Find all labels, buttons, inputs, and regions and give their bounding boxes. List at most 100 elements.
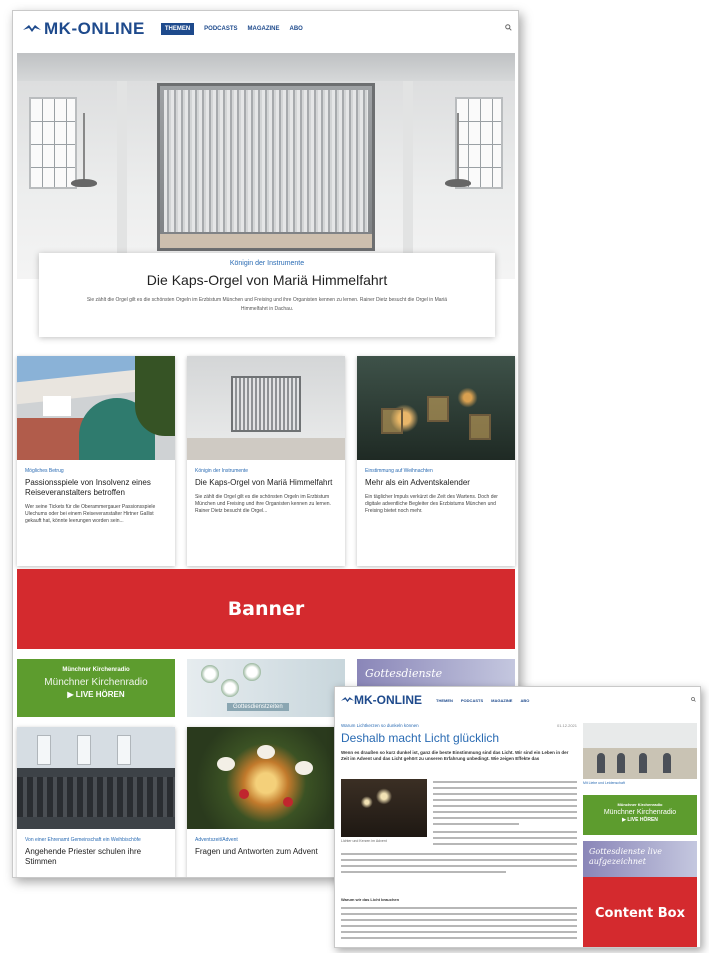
nav-item-podcasts[interactable]: PODCASTS [204,26,237,32]
teaser-title[interactable]: Angehende Priester schulen ihre Stimmen [25,847,167,867]
hero-pillar [403,81,413,279]
image-tree [135,356,175,436]
teaser-kicker: Mögliches Betrug [25,468,64,474]
image-window [117,735,131,765]
teaser-title[interactable]: Passionsspiele von Insolvenz eines Reise… [25,478,167,498]
radio-live-promo[interactable]: Münchner Kirchenradio Münchner Kirchenra… [583,795,697,835]
site-logo[interactable]: MK-ONLINE [23,19,145,39]
hero-ceiling [17,53,515,81]
text-line [433,811,577,813]
image-candle [217,757,235,771]
nav-item-podcasts[interactable]: PODCASTS [461,698,483,703]
teaser-card[interactable]: Einstimmung auf Weihnachten Mehr als ein… [357,356,515,566]
teaser-text: Ein täglicher Impuls verkürzt die Zeit d… [365,494,498,514]
sidebar-photo-caption[interactable]: Mit Liebe und Leidenschaft [583,781,697,785]
hero-lamp [71,113,97,187]
teaser-image-organ [187,356,345,460]
image-window [37,735,51,765]
text-line [341,925,577,927]
top-navigation: MK-ONLINE THEMEN PODCASTS MAGAZINE ABO [13,11,518,47]
teaser-text: Wer seine Tickets für die Oberammergauer… [25,504,156,524]
services-promo[interactable]: Gottesdienste live aufgezeichnet [583,841,697,879]
logo-text: MK-ONLINE [354,693,422,707]
script-title: Gottesdienste live aufgezeichnet [589,847,663,866]
teaser-card[interactable]: Königin der Instrumente Die Kaps-Orgel v… [187,356,345,566]
text-line [433,837,577,839]
article-sidebar: Mit Liebe und Leidenschaft Münchner Kirc… [583,723,697,879]
banner-ad-slot[interactable]: Banner [17,569,515,649]
live-listen-text: LIVE HÖREN [75,690,125,699]
sidebar-photo-group[interactable] [583,723,697,779]
teaser-title[interactable]: Fragen und Antworten zum Advent [195,847,337,857]
image-lantern [469,414,491,440]
hero-image-organ[interactable] [17,53,515,279]
article-body: Warum Lichtkerzen so dunkeln können 01.1… [341,723,577,939]
flower-graphic [243,663,261,681]
nav-item-abo[interactable]: ABO [290,26,303,32]
hero-description: Sie zählt die Orgel gilt es die schönste… [86,297,448,312]
text-line [433,799,577,801]
radio-small-label: Münchner Kirchenradio [62,667,130,673]
text-line [433,831,577,833]
nav-item-abo[interactable]: ABO [520,698,529,703]
teaser-card[interactable]: Adventszeit/Advent Fragen und Antworten … [187,727,345,877]
article-text-block [341,907,577,943]
text-line [341,853,577,855]
image-candle [295,761,313,775]
nav-item-themen[interactable]: THEMEN [160,23,195,35]
image-candle [257,745,275,759]
teaser-card[interactable]: Von einer Ehrenamt Gemeinschaft ein Weih… [17,727,175,877]
article-page-screenshot: MK-ONLINE THEMEN PODCASTS MAGAZINE ABO W… [334,686,701,948]
banner-label: Banner [227,598,305,620]
radio-big-label: Münchner Kirchenradio [603,809,677,816]
organ-base [160,234,372,248]
image-window [77,735,91,765]
image-person [597,753,605,773]
article-image-candles[interactable] [341,779,427,837]
text-line [433,793,577,795]
live-listen-text: LIVE HÖREN [627,817,658,823]
teaser-kicker: Einstimmung auf Weihnachten [365,468,433,474]
text-line [433,805,577,807]
teaser-image-theater [17,356,175,460]
nav-item-themen[interactable]: THEMEN [436,698,453,703]
teaser-title[interactable]: Mehr als ein Adventskalender [365,478,507,488]
teaser-title[interactable]: Die Kaps-Orgel von Mariä Himmelfahrt [195,478,337,488]
teaser-row: Mögliches Betrug Passionsspiele von Inso… [17,356,515,566]
radio-live-promo[interactable]: Münchner Kirchenradio Münchner Kirchenra… [17,659,175,717]
image-ornament [283,797,293,807]
nav-item-magazine[interactable]: MAGAZINE [248,26,280,32]
text-line [341,913,577,915]
text-line [433,817,577,819]
image-person [617,753,625,773]
teaser-text: Sie zählt die Orgel gilt es die schönste… [195,494,331,514]
live-listen-label: ▶ LIVE HÖREN [17,690,175,699]
image-lantern [427,396,449,422]
text-line [341,865,577,867]
teaser-image-choir [17,727,175,829]
content-box-ad-slot[interactable]: Content Box [583,877,697,947]
text-line [341,859,577,861]
nav-item-magazine[interactable]: MAGAZINE [491,698,512,703]
teaser-card[interactable]: Mögliches Betrug Passionsspiele von Inso… [17,356,175,566]
organ-pipes [164,90,368,232]
text-line [341,931,577,933]
hero-title[interactable]: Die Kaps-Orgel von Mariä Himmelfahrt [39,272,495,288]
image-person [663,753,671,773]
flower-graphic [221,679,239,697]
hero-window [29,97,77,189]
logo-text: MK-ONLINE [44,19,145,38]
hero-pillar [117,81,127,279]
flower-graphic [201,665,219,683]
hero-teaser-card[interactable]: Königin der Instrumente Die Kaps-Orgel v… [39,253,495,337]
hero-window [455,97,503,189]
search-icon[interactable] [505,24,512,31]
site-logo[interactable]: MK-ONLINE [341,693,422,707]
search-icon[interactable] [691,697,696,702]
promo-caption: Gottesdienstzeiten [227,703,289,711]
bird-logo-icon [23,25,41,32]
service-times-promo[interactable]: Gottesdienstzeiten [187,659,345,717]
article-text-block [341,853,577,877]
top-navigation: MK-ONLINE THEMEN PODCASTS MAGAZINE ABO [335,687,700,713]
main-menu: THEMEN PODCASTS MAGAZINE ABO [160,23,313,35]
